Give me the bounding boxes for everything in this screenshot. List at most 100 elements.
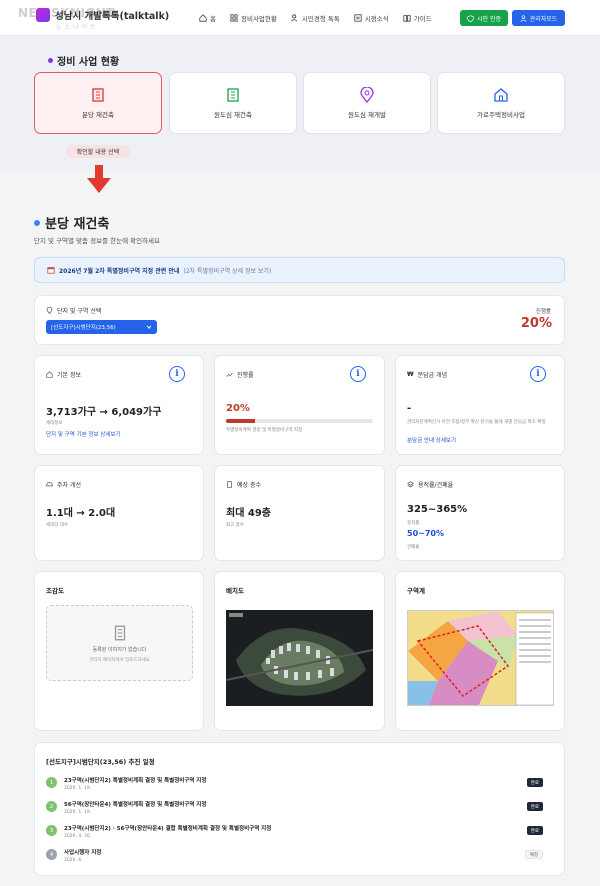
ratio-card: 용적률/건폐율 325~365% 용적률 50~70% 건폐율 (395, 465, 565, 561)
citizen-auth-button[interactable]: 시민 인증 (460, 10, 508, 26)
citizen-auth-label: 시민 인증 (477, 15, 501, 23)
nav-home[interactable]: 홈 (199, 13, 216, 23)
notice-title: 2026년 7월 2차 특별정비구역 지정 관련 안내 (59, 267, 180, 275)
parking-value: 1.1대 → 2.0대 (46, 508, 116, 519)
nav-news[interactable]: 시정소식 (354, 13, 389, 23)
main-nav: 홈 정비사업현황 시민경청 톡톡 시정소식 가이드 (199, 13, 432, 23)
basic-info-sub: 세대정보 (46, 421, 63, 426)
home-icon (199, 14, 207, 22)
basic-info-label-text: 기본 정보 (57, 372, 81, 379)
notice-banner[interactable]: 2026년 7월 2차 특별정비구역 지정 관련 안내 (2차 특별정비구역 상… (34, 257, 565, 283)
map-pin-icon (46, 307, 53, 314)
nav-guide-label: 가이드 (413, 15, 432, 23)
section-title: 정비 사업 현황 (48, 53, 119, 68)
progress-card-value: 20% (226, 403, 250, 414)
contribution-link[interactable]: 분담금 안내 상세보기 (407, 436, 456, 444)
layout-plan-image[interactable] (226, 610, 373, 706)
timeline-item-text: 사업시행자 지정 (64, 850, 102, 856)
nav-citizen[interactable]: 시민경청 톡톡 (290, 13, 340, 23)
tab-bundang-label: 분당 재건축 (82, 111, 114, 119)
parking-label: 주차 개선 (46, 480, 81, 489)
complex-select-value: [선도지구]시범단지(23,56) (51, 325, 116, 331)
complex-select[interactable]: [선도지구]시범단지(23,56) (46, 320, 157, 334)
admin-mode-label: 관리자모드 (529, 15, 558, 23)
ratio-value: 325~365% (407, 504, 468, 515)
select-tooltip: 확인할 내용 선택 (66, 145, 130, 158)
timeline-item-text: 23구역(시범단지2) 특별정비계획 결정 및 특별정비구역 지정 (64, 778, 207, 784)
car-icon (46, 482, 53, 487)
parking-card: 주차 개선 1.1대 → 2.0대 세대당 대수 (34, 465, 204, 561)
nav-news-label: 시정소식 (364, 15, 389, 23)
info-icon[interactable]: i (169, 366, 185, 382)
tab-old-rebuild-label: 원도심 재건축 (214, 111, 252, 119)
floors-card: 예상 층수 최대 49층 최고 층수 (214, 465, 385, 561)
tab-old-redevelop[interactable]: 원도심 재개발 (303, 72, 431, 134)
progress-value: 20% (520, 316, 552, 331)
selector-label: 단지 및 구역 선택 (46, 306, 101, 315)
progress-card: 진행률 i 20% 특별정비계획 결정 및 특별정비구역 지정 (214, 355, 385, 455)
timeline-item-text: 56구역(장안타운4) 특별정비계획 결정 및 특별정비구역 지정 (64, 802, 207, 808)
page-title-text: 분당 재건축 (45, 217, 110, 232)
progress-card-sub: 특별정비계획 결정 및 특별정비구역 지정 (226, 428, 303, 433)
building-icon (227, 481, 232, 488)
ratio-label: 용적률/건폐율 (407, 480, 453, 489)
basic-info-card: 기본 정보 i 3,713가구 → 6,049가구 세대정보 단지 및 구역 기… (34, 355, 204, 455)
house-icon (494, 88, 508, 102)
arrow-down-icon (87, 165, 111, 193)
users-icon (290, 14, 298, 22)
contribution-value: - (407, 403, 412, 414)
timeline-step-number: 1 (46, 777, 57, 788)
section-title-text: 정비 사업 현황 (57, 57, 120, 68)
layers-icon (407, 481, 414, 488)
bird-view-title: 조감도 (46, 587, 64, 595)
basic-info-label: 기본 정보 (46, 370, 81, 379)
page-title: 분당 재건축 (34, 213, 109, 232)
logo-icon (36, 8, 50, 22)
timeline-item: 4 사업시행자 지정 2026. 6. 예정 (46, 847, 543, 867)
layout-plan-drawing (226, 610, 373, 706)
watermark-sub: 뉴스나이트 (56, 24, 99, 31)
progress-bar (226, 419, 373, 423)
info-icon[interactable]: i (350, 366, 366, 382)
building-icon (114, 625, 125, 640)
floors-value: 최대 49층 (226, 508, 271, 519)
progress-bar-fill (226, 419, 256, 423)
tab-bundang[interactable]: 분당 재건축 (34, 72, 162, 134)
timeline-item: 1 23구역(시범단지2) 특별정비계획 결정 및 특별정비구역 지정 2026… (46, 775, 543, 795)
tab-old-rebuild[interactable]: 원도심 재건축 (169, 72, 297, 134)
selector-label-text: 단지 및 구역 선택 (57, 308, 102, 315)
nav-guide[interactable]: 가이드 (403, 13, 432, 23)
user-icon (520, 14, 527, 22)
timeline-item-date: 2026. 4. 30. (64, 834, 92, 839)
timeline-title: [선도지구]시범단지(23,56) 추진 일정 (46, 758, 155, 766)
timeline-item-date: 2026. 1. 19. (64, 786, 92, 791)
trend-up-icon (226, 372, 233, 377)
parking-label-text: 주차 개선 (57, 482, 81, 489)
tab-street-housing[interactable]: 가로주택정비사업 (437, 72, 565, 134)
chevron-down-icon (146, 325, 152, 329)
nav-home-label: 홈 (210, 15, 216, 23)
status-section: 정비 사업 현황 분당 재건축 원도심 재건축 원도심 재개발 가로주택정비사업… (0, 37, 600, 193)
basic-info-link[interactable]: 단지 및 구역 기본 정보 상세보기 (46, 430, 121, 438)
contribution-card: ₩ 분담금 개념 i - 관리처분계획인가 이전 조합/정부 확산 탄기술 통해… (395, 355, 565, 455)
map-pin-icon (360, 87, 374, 103)
timeline-item-text: 23구역(시범단지2) · 56구역(장안타운4) 결합 특별정비계획 결정 및… (64, 826, 272, 832)
notice-link[interactable]: (2차 특별정비구역 상세 정보 보기) (183, 266, 271, 275)
zone-map-image[interactable] (407, 610, 554, 706)
progress-card-label-text: 진행률 (237, 372, 254, 379)
timeline-item-date: 2026. 6. (64, 858, 83, 863)
header: NEWSKNIGHT 뉴스나이트 성남시 개발톡톡(talktalk) 홈 정비… (0, 0, 600, 36)
admin-mode-button[interactable]: 관리자모드 (512, 10, 565, 26)
won-icon: ₩ (407, 371, 414, 378)
info-icon[interactable]: i (530, 366, 546, 382)
progress-card-label: 진행률 (226, 370, 254, 379)
logo[interactable]: 성남시 개발톡톡(talktalk) (36, 8, 169, 22)
title-dot-icon (34, 219, 40, 226)
selector-card: 단지 및 구역 선택 [선도지구]시범단지(23,56) 진행률 20% (34, 295, 565, 345)
timeline-card: [선도지구]시범단지(23,56) 추진 일정 1 23구역(시범단지2) 특별… (34, 742, 565, 876)
building-icon (227, 88, 239, 102)
nav-status[interactable]: 정비사업현황 (230, 13, 277, 23)
news-icon (354, 14, 362, 22)
title-dot-icon (48, 58, 53, 63)
nav-citizen-label: 시민경청 톡톡 (301, 15, 340, 23)
